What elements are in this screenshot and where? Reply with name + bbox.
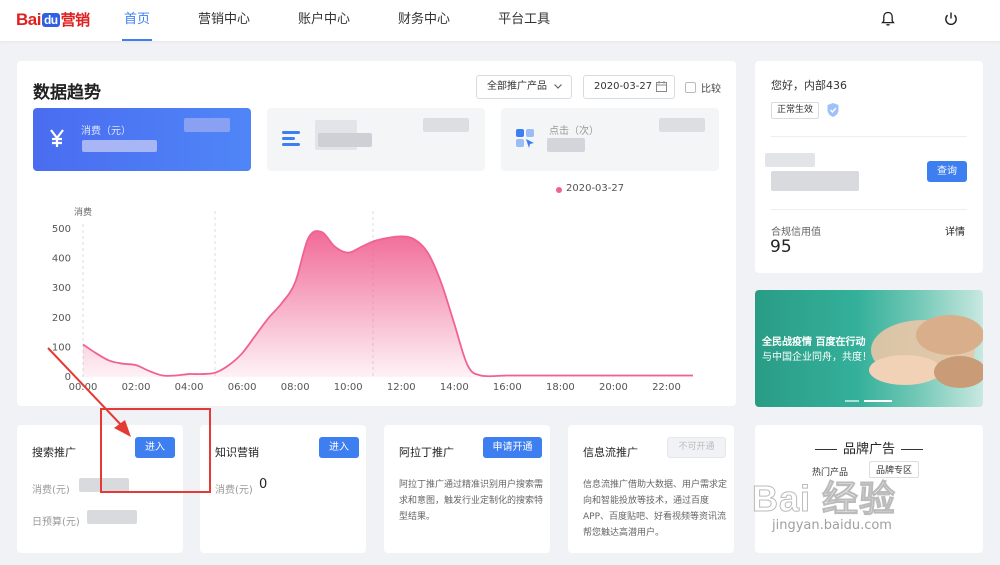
x-tick-label: 10:00 — [334, 382, 363, 393]
status-badge: 正常生效 — [771, 102, 820, 119]
bell-icon[interactable] — [879, 10, 897, 28]
date-picker[interactable]: 2020-03-27 — [583, 75, 675, 99]
budget-label: 日预算(元) — [32, 517, 80, 528]
product-title: 搜索推广 — [32, 446, 76, 459]
redacted-value — [423, 118, 469, 132]
y-tick-label: 300 — [52, 283, 71, 294]
redacted-value — [547, 138, 585, 152]
brand-title: 品牌广告 — [755, 438, 983, 457]
cost-label: 消费(元) — [32, 485, 70, 496]
redacted-value — [771, 171, 859, 191]
power-icon[interactable] — [942, 10, 960, 28]
nav-home[interactable]: 首页 — [121, 0, 153, 41]
account-card: 您好，内部436 正常生效 查询 合规信用值 95 详情 — [755, 61, 983, 273]
x-tick-label: 06:00 — [228, 382, 257, 393]
annotation-highlight-box — [100, 408, 211, 493]
chevron-down-icon — [554, 84, 562, 89]
product-title: 知识营销 — [215, 446, 259, 459]
nav-marketing-center[interactable]: 营销中心 — [198, 0, 250, 41]
redacted-value — [82, 140, 157, 152]
brand-title-text: 品牌广告 — [842, 442, 895, 457]
divider — [771, 209, 967, 210]
nav-finance-center[interactable]: 财务中心 — [398, 0, 450, 41]
nav-account-center[interactable]: 账户中心 — [298, 0, 350, 41]
shield-icon — [827, 103, 839, 117]
main-nav: 首页 营销中心 账户中心 财务中心 平台工具 — [121, 0, 598, 41]
y-tick-label: 200 — [52, 313, 71, 324]
watermark-url: jingyan.baidu.com — [772, 518, 892, 533]
redacted-value — [87, 510, 137, 524]
x-tick-label: 16:00 — [493, 382, 522, 393]
x-tick-label: 00:00 — [69, 382, 98, 393]
credit-label: 合规信用值 — [771, 227, 821, 238]
logo-text-suffix: 营销 — [60, 12, 91, 29]
watermark: Bai 经验 jingyan.baidu.com — [751, 470, 897, 534]
y-tick-label: 100 — [52, 342, 71, 353]
legend-marker — [556, 187, 562, 193]
x-tick-label: 02:00 — [122, 382, 151, 393]
stat-tile-cost[interactable]: 消费（元） — [33, 108, 251, 171]
product-description: 信息流推广借助大数据、用户需求定向和智能投放等技术，通过百度APP、百度贴吧、好… — [583, 480, 728, 538]
logo-text-du: du — [41, 13, 60, 27]
x-tick-label: 04:00 — [175, 382, 204, 393]
redacted-value — [318, 133, 372, 147]
greeting-text: 您好，内部436 — [771, 79, 847, 92]
product-card-aladdin: 阿拉丁推广 申请开通 阿拉丁推广通过精准识别用户搜索需求和意图，触发行业定制化的… — [384, 425, 550, 553]
credit-detail-link[interactable]: 详情 — [945, 223, 965, 238]
yuan-icon — [50, 129, 64, 147]
product-description: 阿拉丁推广通过精准识别用户搜索需求和意图，触发行业定制化的搜索特型结果。 — [399, 480, 544, 522]
query-button[interactable]: 查询 — [927, 161, 967, 182]
carousel-dots[interactable] — [845, 393, 897, 407]
nav-platform-tools[interactable]: 平台工具 — [498, 0, 550, 41]
banner-subline: 与中国企业同舟，共度！ — [762, 352, 872, 363]
x-tick-label: 20:00 — [599, 382, 628, 393]
x-tick-label: 12:00 — [387, 382, 416, 393]
y-axis-label: 消费 — [74, 206, 92, 218]
redacted-value — [659, 118, 705, 132]
legend-label[interactable]: 2020-03-27 — [566, 183, 624, 194]
feed-unavailable-button[interactable]: 不可开通 — [667, 437, 726, 458]
divider — [771, 136, 967, 137]
compare-label: 比较 — [701, 84, 721, 95]
product-card-feed: 信息流推广 不可开通 信息流推广借助大数据、用户需求定向和智能投放等技术，通过百… — [568, 425, 734, 553]
banner-headline: 全民战疫情 百度在行动 — [762, 337, 866, 348]
product-select[interactable]: 全部推广产品 — [476, 75, 572, 99]
stat-tile-list[interactable] — [267, 108, 485, 171]
compare-checkbox[interactable] — [685, 82, 696, 93]
redacted-value — [184, 118, 230, 132]
stat-label-clicks: 点击（次） — [549, 126, 599, 137]
x-tick-label: 08:00 — [281, 382, 310, 393]
cost-label: 消费(元) — [215, 485, 253, 496]
stat-label-cost: 消费（元） — [81, 126, 131, 137]
cost-value: 0 — [259, 477, 268, 492]
product-title: 阿拉丁推广 — [399, 446, 454, 459]
list-icon — [282, 131, 300, 146]
top-navbar: Bai du 营销 首页 营销中心 账户中心 财务中心 平台工具 — [0, 0, 1000, 41]
series-area — [83, 230, 693, 377]
y-tick-label: 500 — [52, 224, 71, 235]
enter-knowledge-button[interactable]: 进入 — [319, 437, 359, 458]
watermark-logo: Bai 经验 — [751, 478, 897, 520]
product-select-value: 全部推广产品 — [487, 81, 547, 92]
date-picker-value: 2020-03-27 — [594, 81, 653, 92]
trend-title: 数据趋势 — [33, 83, 101, 103]
data-trend-card: 数据趋势 全部推广产品 2020-03-27 比较 消费（元） 点击（次） 20… — [17, 61, 736, 406]
logo-text-bai: Bai — [16, 10, 41, 29]
product-card-knowledge: 知识营销 进入 消费(元) 0 — [200, 425, 366, 553]
credit-value: 95 — [770, 237, 792, 257]
promo-banner[interactable]: 全民战疫情 百度在行动 与中国企业同舟，共度！ — [755, 290, 983, 407]
product-title: 信息流推广 — [583, 446, 638, 459]
y-tick-label: 400 — [52, 254, 71, 265]
stat-tile-clicks[interactable]: 点击（次） — [501, 108, 719, 171]
redacted-value — [765, 153, 815, 167]
x-tick-label: 14:00 — [440, 382, 469, 393]
apply-aladdin-button[interactable]: 申请开通 — [483, 437, 542, 458]
cost-trend-chart: 消费010020030040050000:00 02:00 04:00 06:00 08… — [52, 206, 693, 393]
calendar-icon — [656, 81, 667, 92]
grid-click-icon — [516, 129, 534, 148]
x-tick-label: 18:00 — [546, 382, 575, 393]
baidu-marketing-logo[interactable]: Bai du 营销 — [16, 9, 90, 30]
x-tick-label: 22:00 — [652, 382, 681, 393]
